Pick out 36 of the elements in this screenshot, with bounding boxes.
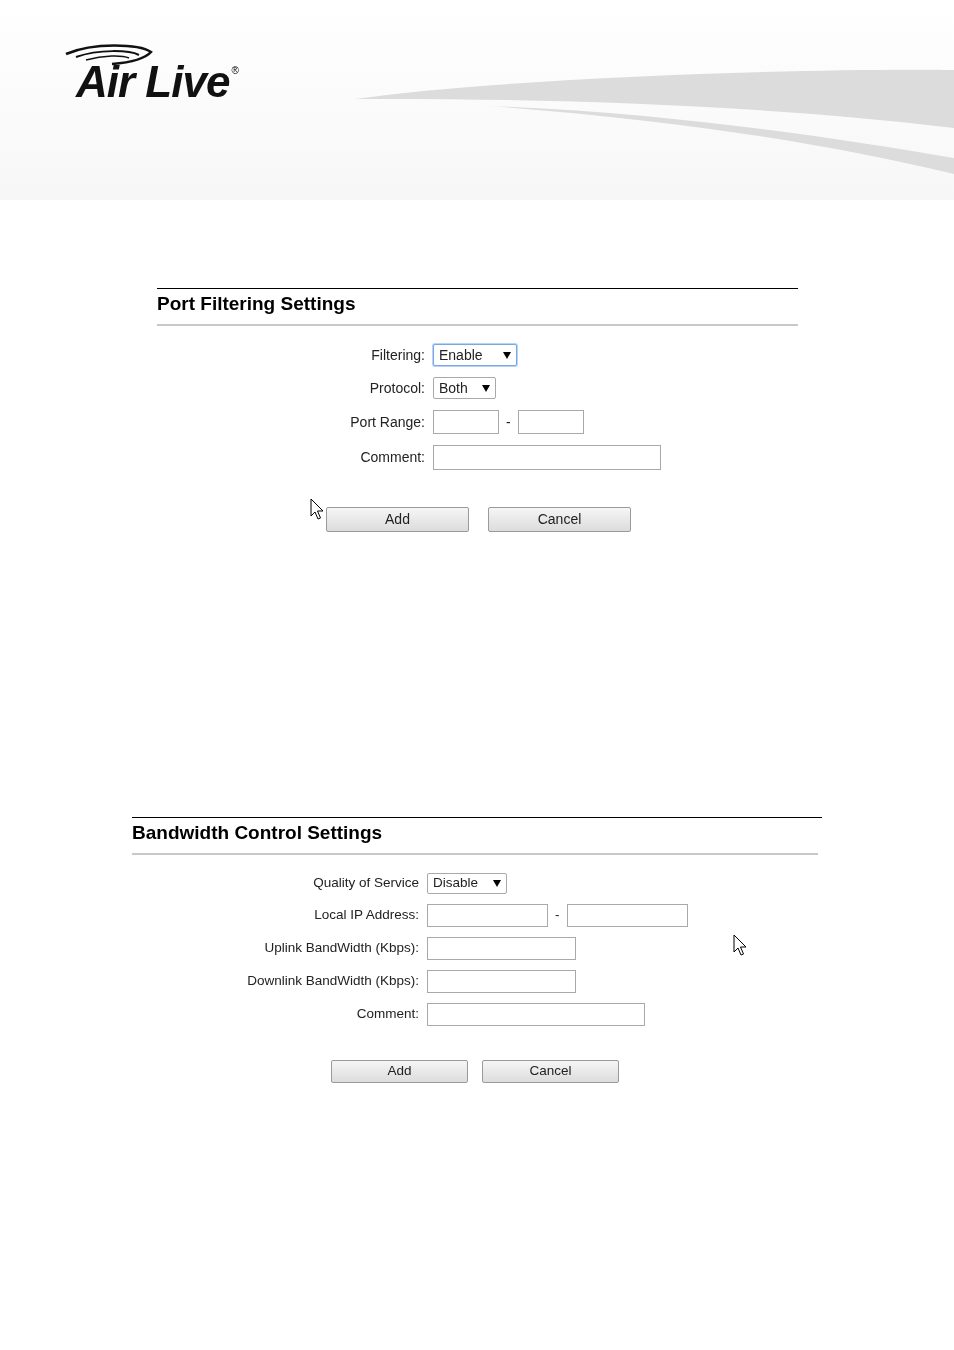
input-field[interactable] [427,904,548,927]
section-title: Bandwidth Control Settings [132,821,384,845]
section-title: Port Filtering Settings [157,292,357,316]
field-label: Local IP Address: [313,906,419,925]
input-field[interactable] [433,410,499,434]
dropdown[interactable]: Both [433,377,496,399]
field-label: Protocol: [368,378,425,398]
field-label: Downlink BandWidth (Kbps): [246,972,419,991]
field-label: Comment: [359,448,425,467]
input-field[interactable] [427,1003,645,1026]
add-button[interactable]: Add [331,1060,468,1083]
logo-wordmark: Air Live [76,60,230,104]
range-separator: - [555,906,560,925]
caret-icon [493,880,501,887]
cancel-button[interactable]: Cancel [488,507,631,532]
input-field[interactable] [566,904,688,927]
add-button[interactable]: Add [326,507,469,532]
cancel-button[interactable]: Cancel [482,1060,619,1083]
pointer-cursor-icon [310,498,325,521]
signal-arcs-icon [64,44,154,66]
caret-icon [482,384,490,392]
input-field[interactable] [427,937,576,960]
input-field[interactable] [427,970,576,993]
pointer-cursor-icon [733,934,748,957]
range-separator: - [506,412,511,432]
caret-icon [503,351,511,359]
input-field[interactable] [517,410,584,434]
input-field[interactable] [433,445,661,470]
field-label: Port Range: [349,412,425,432]
dropdown[interactable]: Disable [427,873,507,894]
field-label: Uplink BandWidth (Kbps): [263,939,419,958]
registered-mark: ® [231,66,239,76]
field-label: Quality of Service [312,874,419,893]
field-label: Filtering: [370,345,425,365]
field-label: Comment: [355,1005,419,1024]
dropdown[interactable]: Enable [433,344,517,366]
